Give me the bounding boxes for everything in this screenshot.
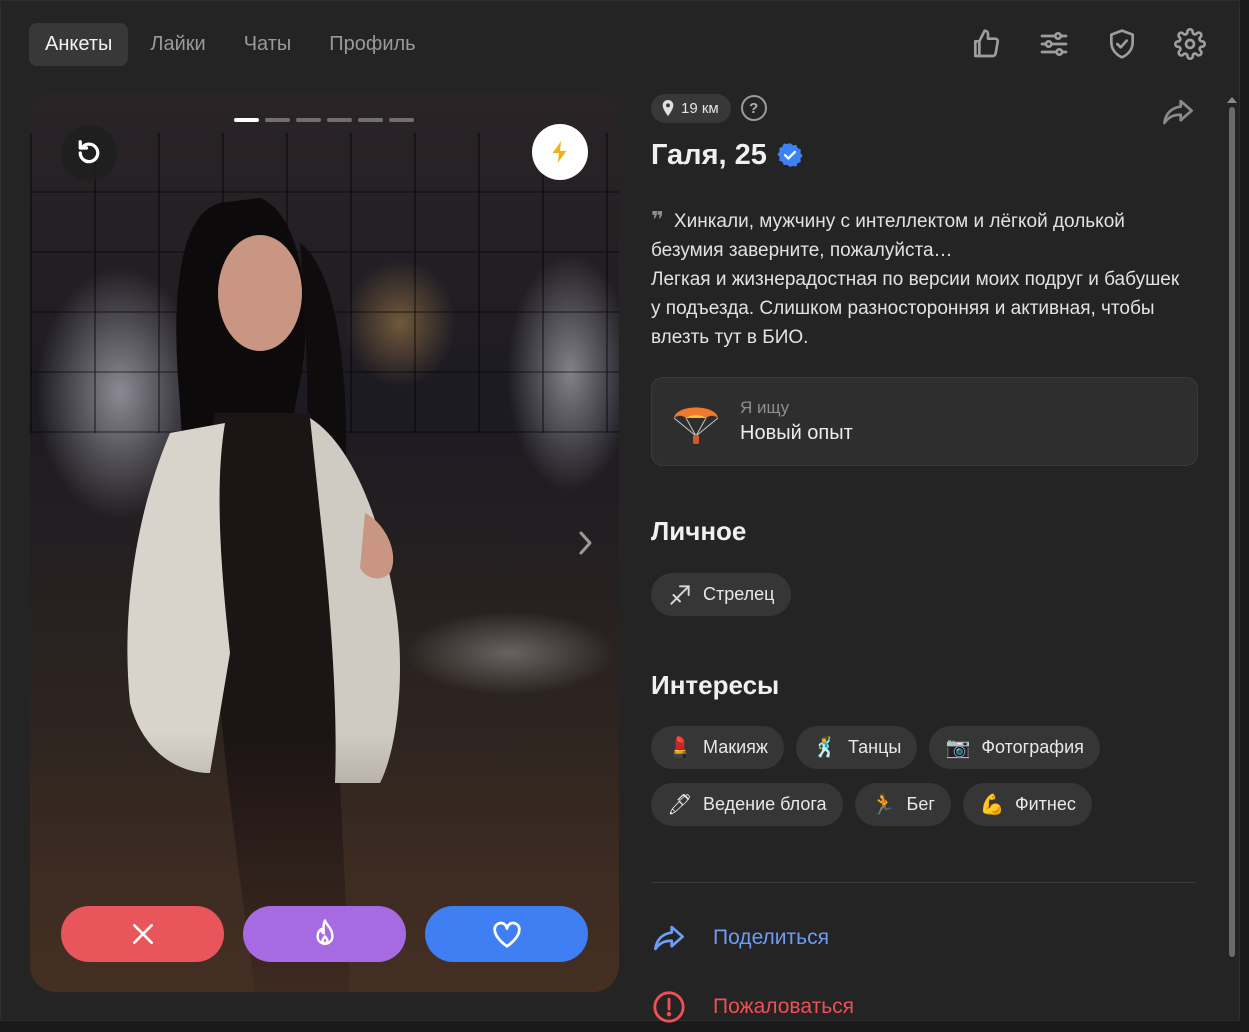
photo-dot[interactable] — [389, 118, 414, 122]
flame-icon — [315, 919, 334, 946]
undo-button[interactable] — [61, 125, 117, 181]
distance-badge: 19 км — [651, 93, 731, 123]
pen-icon: 🖊 — [667, 793, 693, 816]
share-button[interactable]: Поделиться — [651, 913, 1199, 963]
distance-text: 19 км — [681, 99, 719, 117]
chip-interest: 🖊 Ведение блога — [651, 783, 843, 826]
profile-name: Галя, 25 — [651, 138, 767, 171]
profile-details: 19 км ? Галя, 25 ❞ Хинкали, мужчину с инт… — [651, 93, 1199, 1032]
photo-dot[interactable] — [358, 118, 383, 122]
chip-label: Стрелец — [703, 584, 775, 604]
superlike-button[interactable] — [243, 906, 406, 962]
undo-icon — [78, 140, 100, 164]
seeking-value: Новый опыт — [740, 422, 853, 444]
bio-line-2: Легкая и жизнерадостная по версии моих п… — [651, 269, 1180, 348]
bio-text: ❞ Хинкали, мужчину с интеллектом и лёгкой… — [651, 205, 1191, 352]
personal-title: Личное — [651, 516, 747, 546]
chevron-right-icon — [579, 531, 592, 555]
parachute-icon — [673, 407, 719, 444]
warning-icon — [653, 991, 685, 1023]
lightning-icon — [552, 141, 567, 163]
tab-profiles[interactable]: Анкеты — [29, 23, 129, 66]
shield-check-icon[interactable] — [1103, 25, 1141, 63]
close-icon — [132, 924, 153, 944]
share-label: Поделиться — [713, 926, 829, 949]
gear-icon[interactable] — [1171, 25, 1209, 63]
camera-icon: 📷 — [945, 736, 971, 759]
chip-zodiac: Стрелец — [651, 573, 791, 616]
boost-button[interactable] — [532, 124, 588, 180]
quote-icon: ❞ — [651, 207, 664, 232]
seeking-label: Я ищу — [740, 398, 790, 417]
chip-interest: 📷 Фотография — [929, 726, 1100, 769]
chip-interest: 🕺 Танцы — [795, 726, 918, 769]
divider — [651, 882, 1196, 883]
interests-title: Интересы — [651, 670, 780, 700]
distance-row: 19 км ? — [651, 93, 1199, 123]
interests-chips: 💄 Макияж 🕺 Танцы 📷 Фотография 🖊 Ведение … — [651, 726, 1131, 826]
photo-dot[interactable] — [296, 118, 321, 122]
share-icon[interactable] — [1159, 95, 1197, 129]
chip-label: Бег — [906, 794, 935, 814]
biceps-icon: 💪 — [979, 793, 1005, 816]
photo-dot[interactable] — [327, 118, 352, 122]
runner-icon: 🏃 — [871, 793, 896, 816]
tab-profile[interactable]: Профиль — [313, 23, 431, 66]
scroll-thumb[interactable] — [1229, 107, 1235, 957]
sagittarius-icon — [670, 584, 690, 605]
chip-interest: 💄 Макияж — [651, 726, 784, 769]
name-row: Галя, 25 — [651, 137, 1199, 173]
heart-icon — [492, 921, 521, 948]
chip-label: Фитнес — [1014, 794, 1076, 814]
tab-likes[interactable]: Лайки — [134, 23, 221, 66]
photo-pagination — [234, 118, 414, 122]
photo-dot[interactable] — [265, 118, 290, 122]
help-icon[interactable]: ? — [740, 95, 767, 121]
app-window: Анкеты Лайки Чаты Профиль 19 км ? Галя, … — [0, 0, 1240, 1023]
lipstick-icon: 💄 — [667, 736, 693, 759]
dislike-button[interactable] — [61, 906, 224, 962]
thumbs-up-icon[interactable] — [967, 25, 1005, 63]
swipe-actions — [61, 906, 588, 962]
report-button[interactable]: Пожаловаться — [651, 982, 1199, 1032]
top-toolbar — [967, 25, 1209, 63]
next-photo-button[interactable] — [570, 525, 600, 561]
chip-label: Ведение блога — [703, 794, 827, 814]
tab-chats[interactable]: Чаты — [228, 23, 308, 66]
scroll-up-arrow-icon[interactable] — [1227, 97, 1237, 103]
chip-interest: 💪 Фитнес — [962, 783, 1092, 826]
top-nav: Анкеты Лайки Чаты Профиль — [29, 23, 432, 66]
like-button[interactable] — [425, 906, 588, 962]
profile-photo[interactable] — [30, 93, 619, 992]
report-label: Пожаловаться — [713, 995, 855, 1018]
dancer-icon: 🕺 — [812, 736, 838, 759]
location-pin-icon — [662, 100, 674, 116]
seeking-card: Я ищу Новый опыт — [651, 377, 1198, 466]
chip-label: Танцы — [847, 737, 902, 757]
filters-icon[interactable] — [1035, 25, 1073, 63]
verified-badge-icon — [777, 143, 803, 167]
share-icon — [654, 925, 684, 951]
chip-interest: 🏃 Бег — [854, 783, 951, 826]
personal-chips: Стрелец — [651, 573, 1199, 616]
chip-label: Фотография — [981, 737, 1084, 757]
scrollbar[interactable] — [1227, 97, 1237, 1022]
photo-dot[interactable] — [234, 118, 259, 122]
bio-line-1: Хинкали, мужчину с интеллектом и лёгкой … — [651, 211, 1125, 261]
chip-label: Макияж — [703, 737, 768, 757]
